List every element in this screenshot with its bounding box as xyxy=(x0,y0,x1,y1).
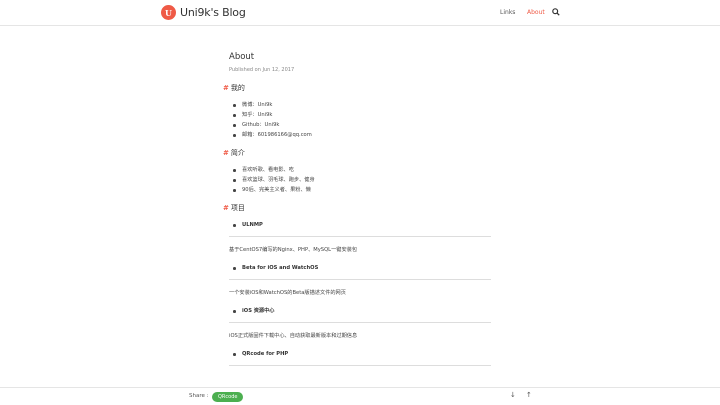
post-title: About xyxy=(229,52,255,62)
brand-link[interactable]: U Uni9k's Blog xyxy=(161,5,246,20)
divider xyxy=(229,236,491,237)
project-link[interactable]: ULNMP xyxy=(229,220,491,230)
project-description: iOS正式版固件下载中心、自动获取最新版本和过期信息 xyxy=(229,333,358,339)
project-description: 基于CentOS7编写的Nginx、PHP、MySQL一键安装包 xyxy=(229,247,358,253)
list-item: 90后、完美主义者、果粉、懒 xyxy=(229,185,491,195)
list-item: 知乎：Uni9k xyxy=(229,110,491,120)
scroll-down-icon[interactable]: ↓ xyxy=(510,391,516,399)
heading-hash: # xyxy=(223,204,229,212)
list-item: 邮箱：601986166@qq.com xyxy=(229,130,491,140)
project-link[interactable]: QRcode for PHP xyxy=(229,349,491,359)
nav-links[interactable]: Links xyxy=(500,9,515,16)
list-item: 喜欢听歌、看电影、吃 xyxy=(229,165,491,175)
list-item: 微博：Uni9k xyxy=(229,100,491,110)
heading-text: 我的 xyxy=(230,84,245,92)
share-footer: Share : QRcode ↓ ↑ xyxy=(0,387,720,405)
contact-list: 微博：Uni9k 知乎：Uni9k Github：Uni9k 邮箱：601986… xyxy=(229,100,491,140)
site-header: U Uni9k's Blog Links About xyxy=(0,0,720,26)
heading-hash: # xyxy=(223,84,229,92)
site-title: Uni9k's Blog xyxy=(180,6,246,19)
intro-list: 喜欢听歌、看电影、吃 喜欢篮球、羽毛球、跑步、健身 90后、完美主义者、果粉、懒 xyxy=(229,165,491,195)
scroll-up-icon[interactable]: ↑ xyxy=(526,391,532,399)
post-content: About Published on Jun 12, 2017 # 我的 微博：… xyxy=(223,52,491,375)
project-description: 一个安装iOS和WatchOS的Beta版描述文件的网页 xyxy=(229,290,346,296)
section-heading-projects: # 项目 xyxy=(223,203,491,213)
heading-text: 项目 xyxy=(230,204,245,212)
section-heading-intro: # 简介 xyxy=(223,148,491,158)
heading-hash: # xyxy=(223,149,229,157)
heading-text: 简介 xyxy=(230,149,245,157)
nav-about[interactable]: About xyxy=(527,9,545,16)
section-heading-me: # 我的 xyxy=(223,83,491,93)
divider xyxy=(229,322,491,323)
qrcode-button[interactable]: QRcode xyxy=(212,392,244,402)
post-date: Published on Jun 12, 2017 xyxy=(229,67,295,73)
site-logo: U xyxy=(161,5,176,20)
divider xyxy=(229,279,491,280)
divider xyxy=(229,365,491,366)
list-item: 喜欢篮球、羽毛球、跑步、健身 xyxy=(229,175,491,185)
project-link[interactable]: iOS 资源中心 xyxy=(229,306,491,316)
search-icon[interactable] xyxy=(552,8,560,16)
list-item: Github：Uni9k xyxy=(229,120,491,130)
project-link[interactable]: Beta for iOS and WatchOS xyxy=(229,263,491,273)
share-label: Share : xyxy=(189,393,209,399)
